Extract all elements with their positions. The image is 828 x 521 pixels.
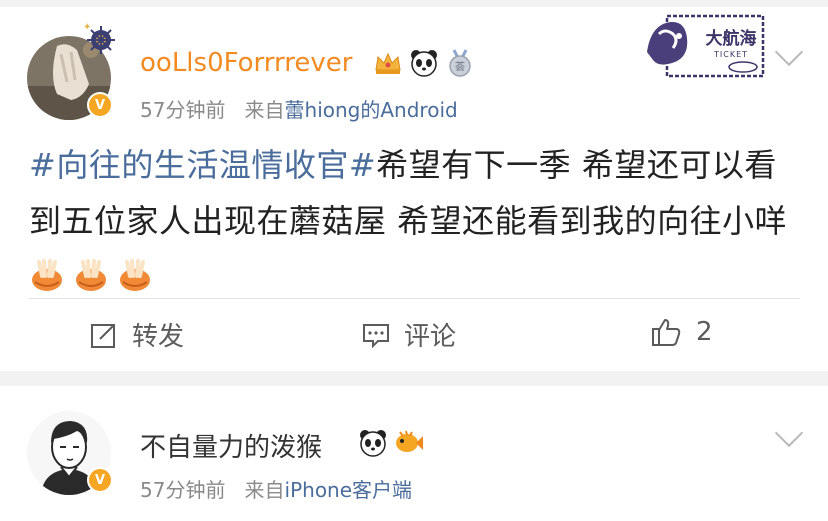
post-meta: 57分钟前 来自iPhone客户端 bbox=[140, 474, 412, 503]
like-button[interactable]: 2 bbox=[650, 316, 713, 348]
like-icon bbox=[652, 319, 681, 346]
repost-button[interactable]: 转发 bbox=[90, 316, 184, 353]
avatar[interactable]: V bbox=[27, 411, 113, 495]
voyage-ticket-stamp-icon: 大航海 TICKET bbox=[647, 14, 765, 78]
like-count: 2 bbox=[696, 317, 713, 347]
post-time: 57分钟前 bbox=[140, 98, 226, 122]
avatar-pendant-icon: ✦ bbox=[83, 22, 115, 54]
crown-icon[interactable] bbox=[373, 48, 403, 78]
divider bbox=[29, 298, 800, 299]
user-badges bbox=[358, 428, 424, 458]
verified-badge: V bbox=[87, 92, 113, 118]
verified-badge: V bbox=[87, 467, 113, 493]
medal-icon[interactable]: 荟 bbox=[445, 48, 475, 78]
source-prefix: 来自 bbox=[244, 98, 285, 122]
repost-label: 转发 bbox=[132, 322, 185, 352]
fish-icon[interactable] bbox=[394, 428, 424, 458]
stamp-subtext: TICKET bbox=[713, 50, 748, 59]
panda-icon[interactable] bbox=[358, 428, 388, 458]
post-content: #向往的生活温情收官#希望有下一季 希望还可以看到五位家人出现在蘑菇屋 希望还能… bbox=[29, 137, 799, 305]
repost-icon bbox=[91, 323, 115, 348]
username[interactable]: ooLls0Forrrrever bbox=[140, 48, 352, 78]
source-device[interactable]: iPhone客户端 bbox=[285, 478, 413, 502]
post-meta: 57分钟前 来自蕾hiong的Android bbox=[140, 94, 458, 123]
comment-button[interactable]: 评论 bbox=[362, 316, 456, 353]
panda-icon[interactable] bbox=[409, 48, 439, 78]
svg-text:荟: 荟 bbox=[455, 60, 465, 73]
hand-emoji-icon bbox=[76, 259, 106, 291]
topic-link[interactable]: #向往的生活温情收官# bbox=[29, 146, 376, 184]
stamp-text: 大航海 bbox=[706, 28, 757, 49]
avatar[interactable]: V ✦ bbox=[27, 22, 115, 120]
svg-text:✦: ✦ bbox=[83, 22, 91, 33]
source-prefix: 来自 bbox=[244, 478, 285, 502]
source-device[interactable]: 蕾hiong的Android bbox=[285, 98, 458, 122]
username[interactable]: 不自量力的泼猴 bbox=[140, 427, 322, 464]
hand-emoji-icon bbox=[120, 259, 150, 291]
comment-label: 评论 bbox=[404, 322, 457, 352]
hand-emoji-icon bbox=[32, 259, 62, 291]
user-badges: 荟 bbox=[373, 48, 475, 78]
post-time: 57分钟前 bbox=[140, 478, 226, 502]
comment-icon bbox=[363, 323, 389, 348]
